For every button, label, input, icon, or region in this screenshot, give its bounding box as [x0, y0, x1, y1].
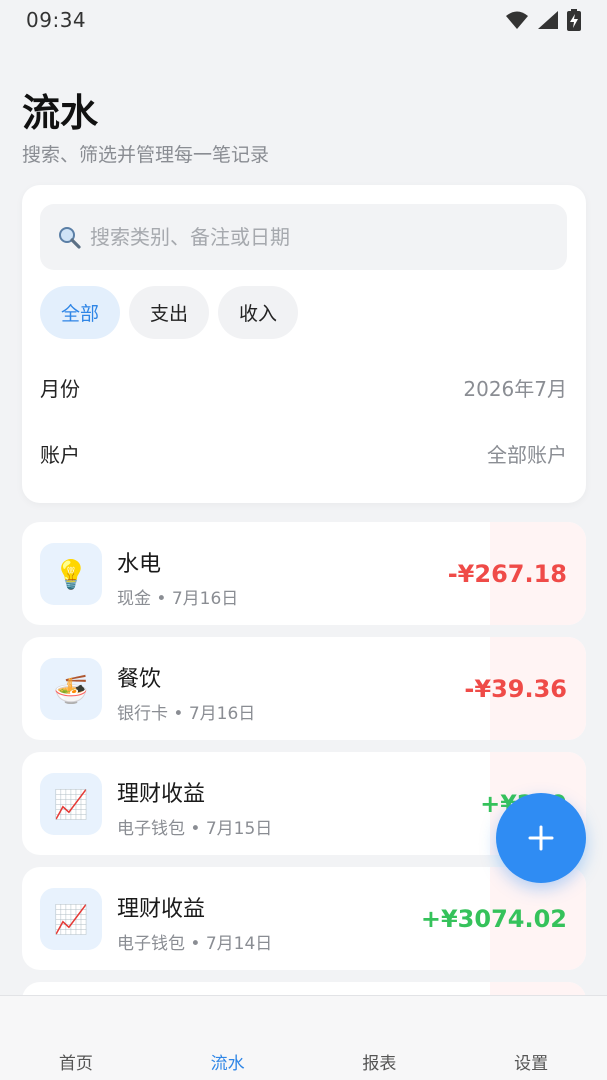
filter-card: 全部 支出 收入 月份 2026年7月 账户 全部账户	[22, 185, 586, 503]
chip-income[interactable]: 收入	[218, 286, 299, 339]
transaction-category: 餐饮	[117, 667, 162, 692]
bottom-nav: 首页 流水 报表 设置	[0, 995, 607, 1080]
nav-reports[interactable]: 报表	[304, 996, 456, 1080]
account-filter-row[interactable]: 账户 全部账户	[40, 439, 567, 468]
status-icons	[505, 9, 581, 31]
transaction-meta: 电子钱包 • 7月14日	[117, 934, 273, 954]
transaction-amount: -¥267.18	[447, 560, 567, 588]
transaction-amount: +¥3074.02	[420, 905, 567, 933]
status-bar: 09:34	[0, 0, 607, 40]
transaction-meta: 现金 • 7月16日	[117, 589, 239, 609]
nav-home[interactable]: 首页	[0, 996, 152, 1080]
lightbulb-icon: 💡	[40, 543, 102, 605]
transaction-item[interactable]: 💡 水电 现金 • 7月16日 -¥267.18	[22, 522, 586, 625]
month-filter-row[interactable]: 月份 2026年7月	[40, 373, 567, 402]
chart-increasing-icon: 📈	[40, 773, 102, 835]
month-value: 2026年7月	[463, 377, 567, 401]
nav-transactions[interactable]: 流水	[152, 996, 304, 1080]
plus-icon	[528, 825, 554, 851]
transaction-category: 理财收益	[117, 782, 206, 807]
wifi-icon	[506, 11, 528, 29]
nav-settings[interactable]: 设置	[455, 996, 607, 1080]
add-record-button[interactable]	[496, 793, 586, 883]
account-value: 全部账户	[487, 443, 567, 467]
transaction-item[interactable]: 📈 理财收益 电子钱包 • 7月14日 +¥3074.02	[22, 867, 586, 970]
transaction-amount: -¥39.36	[464, 675, 567, 703]
transaction-item[interactable]: 🍜 餐饮 银行卡 • 7月16日 -¥39.36	[22, 637, 586, 740]
transaction-category: 水电	[117, 552, 162, 577]
chip-all[interactable]: 全部	[40, 286, 121, 339]
status-time: 09:34	[26, 8, 87, 32]
search-input[interactable]	[90, 225, 530, 249]
transaction-meta: 银行卡 • 7月16日	[117, 704, 256, 724]
page-title: 流水	[22, 91, 99, 135]
search-box[interactable]	[40, 204, 567, 270]
noodle-bowl-icon: 🍜	[40, 658, 102, 720]
type-filter-chips: 全部 支出 收入	[40, 286, 299, 339]
transaction-meta: 电子钱包 • 7月15日	[117, 819, 273, 839]
cell-signal-icon	[538, 11, 558, 29]
chart-increasing-icon: 📈	[40, 888, 102, 950]
search-icon	[56, 224, 82, 250]
account-label: 账户	[40, 443, 80, 467]
page-subtitle: 搜索、筛选并管理每一笔记录	[22, 144, 270, 166]
month-label: 月份	[40, 377, 80, 401]
battery-charging-icon	[567, 9, 581, 31]
chip-expense[interactable]: 支出	[129, 286, 210, 339]
transaction-category: 理财收益	[117, 897, 206, 922]
